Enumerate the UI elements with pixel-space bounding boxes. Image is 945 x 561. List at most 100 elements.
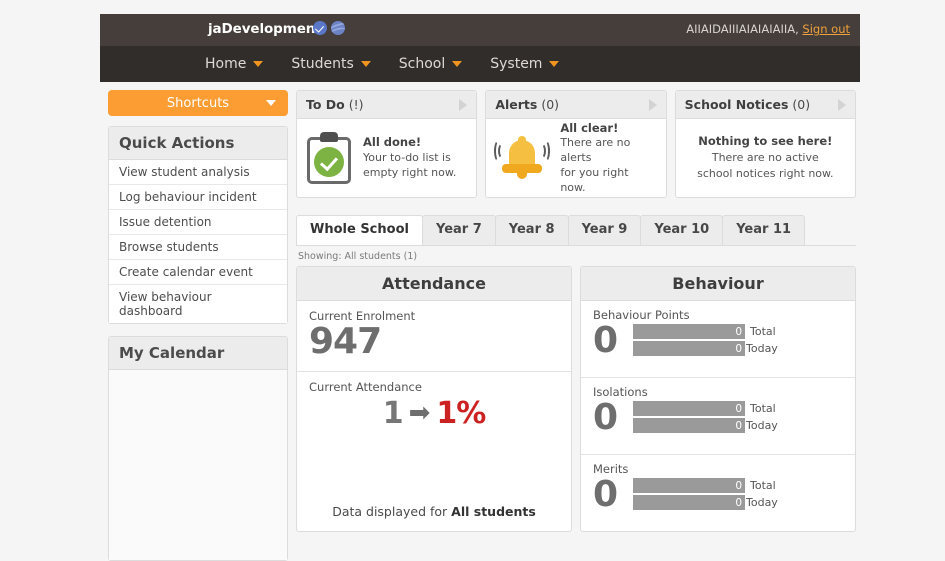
nav-item-home[interactable]: Home bbox=[205, 46, 277, 82]
attendance-panel-title: Attendance bbox=[297, 267, 571, 301]
alerts-message-line2: for you right now. bbox=[560, 166, 655, 196]
alerts-message-line1: There are no alerts bbox=[560, 136, 655, 166]
expand-right-arrow-icon[interactable] bbox=[459, 99, 467, 111]
year-group-tabs: Whole School Year 7 Year 8 Year 9 Year 1… bbox=[296, 216, 856, 246]
nav-item-label: System bbox=[490, 56, 542, 72]
isolations-today-bar: 0 bbox=[633, 418, 745, 433]
chevron-down-icon bbox=[361, 61, 371, 67]
tab-whole-school[interactable]: Whole School bbox=[296, 215, 423, 245]
quick-action-view-behaviour-dashboard[interactable]: View behaviour dashboard bbox=[109, 285, 287, 323]
main-navbar: Home Students School System bbox=[100, 46, 860, 82]
todo-card: To Do (!) All done! Your to-do list is e… bbox=[296, 90, 477, 198]
attendance-footer-scope: All students bbox=[451, 504, 536, 519]
nav-item-label: School bbox=[399, 56, 445, 72]
isolations-value: 0 bbox=[593, 400, 623, 436]
chevron-down-icon bbox=[549, 61, 559, 67]
behaviour-points-bars: 0 Total 0 Today bbox=[633, 324, 843, 358]
current-attendance-values: 1 ➡ 1% bbox=[309, 394, 559, 431]
nav-item-school[interactable]: School bbox=[385, 46, 476, 82]
quick-action-view-student-analysis[interactable]: View student analysis bbox=[109, 160, 287, 185]
alerts-card-title: Alerts bbox=[495, 97, 537, 112]
chevron-down-icon bbox=[452, 61, 462, 67]
alerts-card-count: (0) bbox=[541, 97, 559, 112]
tab-year-11[interactable]: Year 11 bbox=[722, 215, 805, 245]
stats-row: Attendance Current Enrolment 947 Current… bbox=[296, 266, 856, 532]
todo-card-header: To Do (!) bbox=[297, 91, 476, 119]
merits-block: Merits 0 0 Total 0 Today bbox=[581, 455, 855, 531]
shortcuts-button-label: Shortcuts bbox=[167, 96, 229, 111]
left-sidebar: Shortcuts Quick Actions View student ana… bbox=[108, 90, 288, 561]
chevron-down-icon bbox=[253, 61, 263, 67]
todo-card-count: (!) bbox=[349, 97, 364, 112]
alerts-card-body: All clear! There are no alerts for you r… bbox=[486, 119, 665, 197]
behaviour-points-value: 0 bbox=[593, 323, 623, 359]
quick-action-browse-students[interactable]: Browse students bbox=[109, 235, 287, 260]
quick-action-log-behaviour-incident[interactable]: Log behaviour incident bbox=[109, 185, 287, 210]
merits-total-bar: 0 bbox=[633, 478, 745, 493]
quick-action-issue-detention[interactable]: Issue detention bbox=[109, 210, 287, 235]
merits-label: Merits bbox=[593, 462, 843, 476]
bell-icon bbox=[496, 132, 548, 184]
tab-year-10[interactable]: Year 10 bbox=[640, 215, 723, 245]
my-calendar-panel: My Calendar bbox=[108, 336, 288, 561]
chevron-down-icon bbox=[266, 100, 276, 106]
current-attendance-block: Current Attendance 1 ➡ 1% bbox=[297, 372, 571, 441]
quick-action-create-calendar-event[interactable]: Create calendar event bbox=[109, 260, 287, 285]
nav-item-students[interactable]: Students bbox=[277, 46, 384, 82]
sign-out-link[interactable]: Sign out bbox=[802, 22, 850, 36]
merits-value: 0 bbox=[593, 477, 623, 513]
app-brand-title: jaDevelopment bbox=[208, 21, 322, 37]
behaviour-points-label: Behaviour Points bbox=[593, 308, 843, 322]
behaviour-points-total-bar: 0 bbox=[633, 324, 745, 339]
nav-item-label: Students bbox=[291, 56, 353, 72]
isolations-label: Isolations bbox=[593, 385, 843, 399]
alerts-card: Alerts (0) All clear! There are no alert… bbox=[485, 90, 666, 198]
todo-message-line2: empty right now. bbox=[363, 166, 456, 181]
isolations-block: Isolations 0 0 Total 0 Today bbox=[581, 378, 855, 455]
nav-item-system[interactable]: System bbox=[476, 46, 573, 82]
quick-actions-title: Quick Actions bbox=[109, 127, 287, 160]
school-notices-message-line2: school notices right now. bbox=[697, 167, 833, 182]
isolations-today-caption: Today bbox=[746, 419, 778, 432]
expand-right-arrow-icon[interactable] bbox=[649, 99, 657, 111]
todo-card-title: To Do bbox=[306, 97, 345, 112]
todo-message-title: All done! bbox=[363, 135, 456, 151]
school-notices-card: School Notices (0) Nothing to see here! … bbox=[675, 90, 856, 198]
todo-card-body: All done! Your to-do list is empty right… bbox=[297, 119, 476, 197]
shortcuts-button[interactable]: Shortcuts bbox=[108, 90, 288, 116]
school-notices-card-body: Nothing to see here! There are no active… bbox=[676, 119, 855, 197]
merits-today-bar: 0 bbox=[633, 495, 745, 510]
nav-item-label: Home bbox=[205, 56, 246, 72]
school-notices-message-title: Nothing to see here! bbox=[698, 134, 832, 150]
attendance-panel: Attendance Current Enrolment 947 Current… bbox=[296, 266, 572, 532]
quick-actions-list: View student analysis Log behaviour inci… bbox=[109, 160, 287, 323]
behaviour-points-today-bar: 0 bbox=[633, 341, 745, 356]
current-attendance-label: Current Attendance bbox=[309, 380, 559, 394]
user-area: AIIAIDAIIIAIAIAIAIIA, Sign out bbox=[686, 22, 850, 36]
current-enrolment-value: 947 bbox=[309, 323, 559, 361]
user-name-label: AIIAIDAIIIAIAIAIAIIA, bbox=[686, 22, 799, 36]
school-notices-card-header: School Notices (0) bbox=[676, 91, 855, 119]
expand-right-arrow-icon[interactable] bbox=[838, 99, 846, 111]
dashboard-page: jaDevelopment AIIAIDAIIIAIAIAIAIIA, Sign… bbox=[0, 0, 945, 555]
tab-year-9[interactable]: Year 9 bbox=[568, 215, 642, 245]
merits-today-caption: Today bbox=[746, 496, 778, 509]
summary-cards-row: To Do (!) All done! Your to-do list is e… bbox=[296, 90, 856, 198]
brand-badges bbox=[313, 21, 345, 35]
attendance-footer-prefix: Data displayed for bbox=[332, 504, 451, 519]
tab-year-8[interactable]: Year 8 bbox=[495, 215, 569, 245]
current-attendance-percent: 1% bbox=[436, 396, 485, 431]
isolations-bars: 0 Total 0 Today bbox=[633, 401, 843, 435]
verified-check-badge-icon bbox=[313, 21, 327, 35]
nav-items: Home Students School System bbox=[205, 46, 573, 82]
behaviour-panel: Behaviour Behaviour Points 0 0 Total 0 bbox=[580, 266, 856, 532]
right-arrow-icon: ➡ bbox=[409, 400, 431, 426]
tab-year-7[interactable]: Year 7 bbox=[422, 215, 496, 245]
top-bar: jaDevelopment AIIAIDAIIIAIAIAIAIIA, Sign… bbox=[100, 14, 860, 46]
todo-message-line1: Your to-do list is bbox=[363, 151, 456, 166]
quick-actions-panel: Quick Actions View student analysis Log … bbox=[108, 126, 288, 324]
behaviour-points-block: Behaviour Points 0 0 Total 0 Today bbox=[581, 301, 855, 378]
attendance-panel-body: Current Enrolment 947 Current Attendance… bbox=[297, 301, 571, 531]
isolations-total-bar: 0 bbox=[633, 401, 745, 416]
my-calendar-body[interactable] bbox=[109, 370, 287, 560]
